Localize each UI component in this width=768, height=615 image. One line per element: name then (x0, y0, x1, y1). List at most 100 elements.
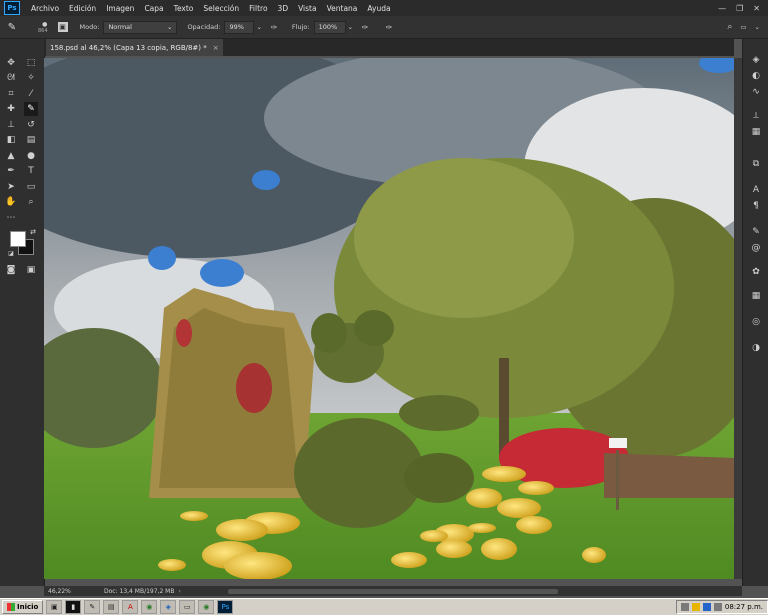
curves-icon[interactable]: ∿ (749, 85, 763, 99)
network-icon[interactable] (680, 603, 689, 611)
opacity-field[interactable]: 99% (224, 20, 255, 34)
channels-icon[interactable]: ▦ (749, 125, 763, 139)
notes-icon[interactable]: ▤ (103, 600, 120, 614)
sign-plate (609, 438, 627, 448)
layers-icon[interactable]: ◈ (749, 53, 763, 67)
acrobat-icon[interactable]: A (122, 600, 139, 614)
adjustments-icon[interactable]: ◑ (749, 341, 763, 355)
eyedropper-tool-icon[interactable]: ⁄ (24, 87, 38, 101)
character-icon[interactable]: A (749, 183, 763, 197)
gold-coin (466, 488, 502, 508)
screen-mode-icon[interactable]: ▣ (24, 263, 38, 277)
restore-icon[interactable]: ❐ (736, 4, 743, 13)
security-icon[interactable] (702, 603, 711, 611)
hand-tool-icon[interactable]: ✋ (4, 195, 18, 209)
vertical-scrollbar[interactable] (734, 58, 742, 579)
paint-icon[interactable]: ✎ (84, 600, 101, 614)
status-menu-arrow[interactable]: › (178, 588, 180, 595)
swatches-icon[interactable]: ▦ (749, 289, 763, 303)
menu-vista[interactable]: Vista (293, 4, 322, 13)
crop-tool-icon[interactable]: ⌗ (4, 87, 18, 101)
document-tab[interactable]: 158.psd al 46,2% (Capa 13 copia, RGB/8#)… (46, 39, 223, 56)
options-bar: ✎ ● 864 ▣ Modo: Normal ⌄ Opacidad: 99% ⌄… (0, 16, 768, 39)
path-selection-tool-icon[interactable]: ➤ (4, 180, 18, 194)
minimize-icon[interactable]: — (718, 4, 726, 13)
gradient-tool-icon[interactable]: ▤ (24, 133, 38, 147)
brush-settings-icon[interactable]: ✎ (749, 225, 763, 239)
canvas[interactable] (44, 58, 734, 579)
history-brush-tool-icon[interactable]: ↺ (24, 118, 38, 132)
gold-coin (158, 559, 186, 571)
search-icon[interactable]: ⌕ (727, 22, 732, 32)
workspace-icon[interactable]: ▭ (740, 23, 746, 31)
pressure-opacity-icon[interactable]: ✑ (268, 21, 280, 33)
paragraph-icon[interactable]: ¶ (749, 199, 763, 213)
close-icon[interactable]: ✕ (753, 4, 760, 13)
blur-tool-icon[interactable]: ▲ (4, 149, 18, 163)
history-icon[interactable]: ⧉ (749, 157, 763, 171)
cmd-icon[interactable]: ▮ (65, 600, 82, 614)
menu-texto[interactable]: Texto (169, 4, 199, 13)
default-colors-icon[interactable]: ◪ (4, 247, 18, 261)
volume-icon[interactable] (713, 603, 722, 611)
lasso-tool-icon[interactable]: ᘛ (4, 71, 18, 85)
start-button[interactable]: Inicio (2, 600, 44, 614)
clock[interactable]: 08:27 p.m. (725, 603, 763, 611)
menu-capa[interactable]: Capa (139, 4, 168, 13)
flow-label: Flujo: (291, 23, 310, 31)
flow-dropdown-icon[interactable]: ⌄ (348, 23, 353, 31)
photoshop-icon[interactable]: Ps (217, 600, 234, 614)
menu-3d[interactable]: 3D (273, 4, 294, 13)
close-icon[interactable]: × (213, 44, 219, 52)
brush-tool-preset-icon[interactable]: ✎ (0, 18, 24, 36)
color-icon[interactable]: ◐ (749, 69, 763, 83)
red-flowers (236, 363, 272, 413)
rectangle-tool-icon[interactable]: ▭ (24, 180, 38, 194)
horizontal-scrollbar[interactable] (228, 589, 558, 594)
menu-archivo[interactable]: Archivo (26, 4, 64, 13)
eraser-tool-icon[interactable]: ◧ (4, 133, 18, 147)
menu-filtro[interactable]: Filtro (244, 4, 272, 13)
pressure-size-icon[interactable]: ✑ (383, 21, 395, 33)
mode-select[interactable]: Normal ⌄ (103, 20, 178, 34)
glyphs-icon[interactable]: @ (749, 241, 763, 255)
gold-coin (216, 519, 268, 541)
brush-tool-icon[interactable]: ✎ (24, 102, 38, 116)
edit-toolbar-icon[interactable]: ⋯ (4, 211, 18, 225)
marquee-tool-icon[interactable]: ⬚ (24, 56, 38, 70)
notification-icon[interactable] (691, 603, 700, 611)
menu-ayuda[interactable]: Ayuda (362, 4, 395, 13)
quick-mask-icon[interactable]: ◙ (4, 263, 18, 277)
chevron-down-icon[interactable]: ⌄ (755, 23, 760, 31)
zoom-tool-icon[interactable]: ⌕ (24, 195, 38, 209)
healing-brush-tool-icon[interactable]: ✚ (4, 102, 18, 116)
opacity-dropdown-icon[interactable]: ⌄ (256, 23, 261, 31)
chrome-icon[interactable]: ◉ (198, 600, 215, 614)
libraries-icon[interactable]: ✿ (749, 265, 763, 279)
flow-field[interactable]: 100% (313, 20, 346, 34)
chrome-icon[interactable]: ◉ (141, 600, 158, 614)
clone-stamp-tool-icon[interactable]: ⊥ (4, 118, 18, 132)
zoom-level[interactable]: 46,22% (44, 588, 92, 595)
menu-edicion[interactable]: Edición (64, 4, 101, 13)
menu-imagen[interactable]: Imagen (101, 4, 139, 13)
pen-tool-icon[interactable]: ✒ (4, 164, 18, 178)
brush-preset-picker[interactable]: ● 864 (38, 21, 52, 34)
brush-panel-icon[interactable]: ▣ (57, 22, 68, 32)
dodge-tool-icon[interactable]: ● (24, 149, 38, 163)
menu-seleccion[interactable]: Selección (198, 4, 244, 13)
move-tool-icon[interactable]: ✥ (4, 56, 18, 70)
app-icon[interactable]: ◈ (160, 600, 177, 614)
magic-wand-tool-icon[interactable]: ✧ (24, 71, 38, 85)
menu-ventana[interactable]: Ventana (322, 4, 363, 13)
menu-bar: Ps Archivo Edición Imagen Capa Texto Sel… (0, 0, 768, 16)
paths-icon[interactable]: ⟂ (749, 109, 763, 123)
type-tool-icon[interactable]: T (24, 164, 38, 178)
explorer-icon[interactable]: ▣ (46, 600, 63, 614)
airbrush-icon[interactable]: ✑ (359, 21, 371, 33)
swap-colors-icon[interactable]: ⇄ (26, 225, 40, 239)
styles-icon[interactable]: ◎ (749, 315, 763, 329)
foreground-color-front[interactable] (10, 231, 26, 247)
gold-coin (391, 552, 427, 568)
window-icon[interactable]: ▭ (179, 600, 196, 614)
